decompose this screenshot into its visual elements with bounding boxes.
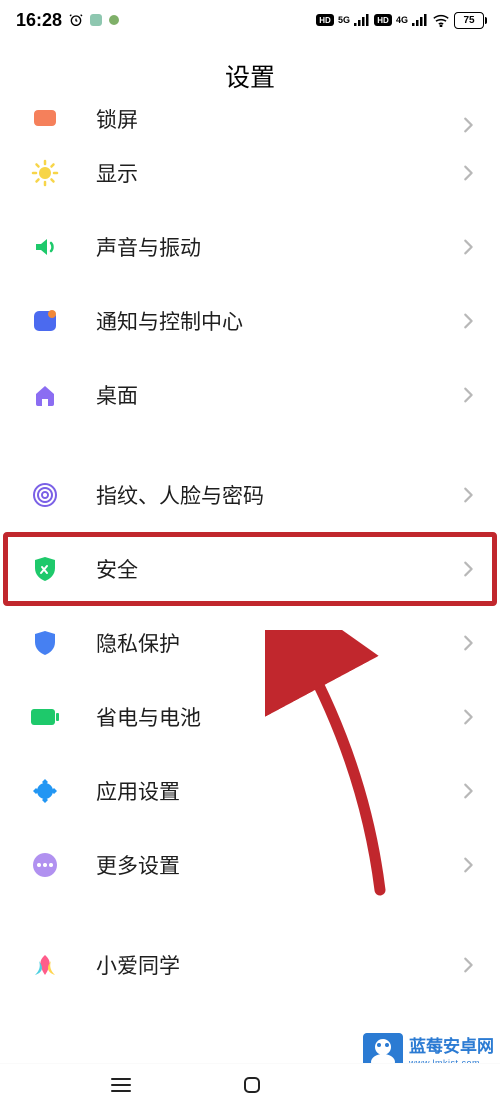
chevron-right-icon: [462, 116, 474, 134]
item-label: 小爱同学: [96, 950, 462, 980]
alarm-icon: [68, 12, 84, 28]
display-icon: [30, 158, 60, 188]
wifi-icon: [432, 14, 450, 27]
fingerprint-icon: [30, 480, 60, 510]
apps-icon: [30, 776, 60, 806]
settings-item-battery[interactable]: 省电与电池: [0, 680, 500, 754]
lockscreen-icon: [30, 106, 60, 134]
chevron-right-icon: [462, 386, 474, 404]
network-5g-icon: 5G: [338, 15, 350, 25]
settings-item-privacy[interactable]: 隐私保护: [0, 606, 500, 680]
item-label: 指纹、人脸与密码: [96, 480, 462, 510]
home-icon: [30, 380, 60, 410]
more-icon: [30, 850, 60, 880]
settings-item-xiaoai[interactable]: 小爱同学: [0, 928, 500, 1002]
privacy-icon: [30, 628, 60, 658]
shield-icon: [30, 554, 60, 584]
signal-icon: [354, 14, 370, 26]
settings-item-home[interactable]: 桌面: [0, 358, 500, 432]
settings-item-notification[interactable]: 通知与控制中心: [0, 284, 500, 358]
hd-icon: HD: [374, 14, 392, 26]
watermark-title: 蓝莓安卓网: [409, 1037, 494, 1057]
nav-home-button[interactable]: [242, 1075, 262, 1100]
notification-icon: [30, 306, 60, 336]
item-label: 锁屏: [96, 106, 462, 134]
status-time: 16:28: [16, 10, 62, 31]
settings-item-display[interactable]: 显示: [0, 136, 500, 210]
item-label: 声音与振动: [96, 232, 462, 262]
item-label: 更多设置: [96, 850, 462, 880]
svg-text:HD: HD: [319, 16, 331, 25]
sound-icon: [30, 232, 60, 262]
settings-item-apps[interactable]: 应用设置: [0, 754, 500, 828]
settings-item-lockscreen[interactable]: 锁屏: [0, 106, 500, 136]
battery-icon: 75: [454, 12, 484, 29]
chevron-right-icon: [462, 634, 474, 652]
chevron-right-icon: [462, 486, 474, 504]
chevron-right-icon: [462, 560, 474, 578]
settings-item-more[interactable]: 更多设置: [0, 828, 500, 902]
item-label: 隐私保护: [96, 628, 462, 658]
chevron-right-icon: [462, 164, 474, 182]
item-label: 应用设置: [96, 776, 462, 806]
hd-icon: HD: [316, 14, 334, 26]
chevron-right-icon: [462, 238, 474, 256]
svg-text:HD: HD: [377, 16, 389, 25]
item-label: 桌面: [96, 380, 462, 410]
item-label: 通知与控制中心: [96, 306, 462, 336]
chevron-right-icon: [462, 312, 474, 330]
settings-item-biometric[interactable]: 指纹、人脸与密码: [0, 458, 500, 532]
section-divider: [0, 902, 500, 928]
chevron-right-icon: [462, 956, 474, 974]
chevron-right-icon: [462, 782, 474, 800]
network-4g-icon: 4G: [396, 15, 408, 25]
settings-item-sound[interactable]: 声音与振动: [0, 210, 500, 284]
chevron-right-icon: [462, 856, 474, 874]
status-bar: 16:28 HD 5G HD 4G 75: [0, 0, 500, 40]
section-divider: [0, 432, 500, 458]
item-label: 安全: [96, 554, 462, 584]
settings-list: 锁屏 显示 声音与振动 通知与控制中心 桌面: [0, 106, 500, 1002]
settings-item-security[interactable]: 安全: [0, 532, 500, 606]
item-label: 显示: [96, 158, 462, 188]
signal-icon: [412, 14, 428, 26]
navigation-bar: [0, 1063, 500, 1111]
page-title: 设置: [0, 40, 500, 102]
battery-level: 75: [463, 15, 474, 26]
app-badge-icon: [108, 14, 120, 26]
battery-icon: [30, 702, 60, 732]
item-label: 省电与电池: [96, 702, 462, 732]
chevron-right-icon: [462, 708, 474, 726]
app-badge-icon: [90, 14, 102, 26]
xiaoai-icon: [30, 950, 60, 980]
nav-menu-button[interactable]: [110, 1077, 132, 1098]
